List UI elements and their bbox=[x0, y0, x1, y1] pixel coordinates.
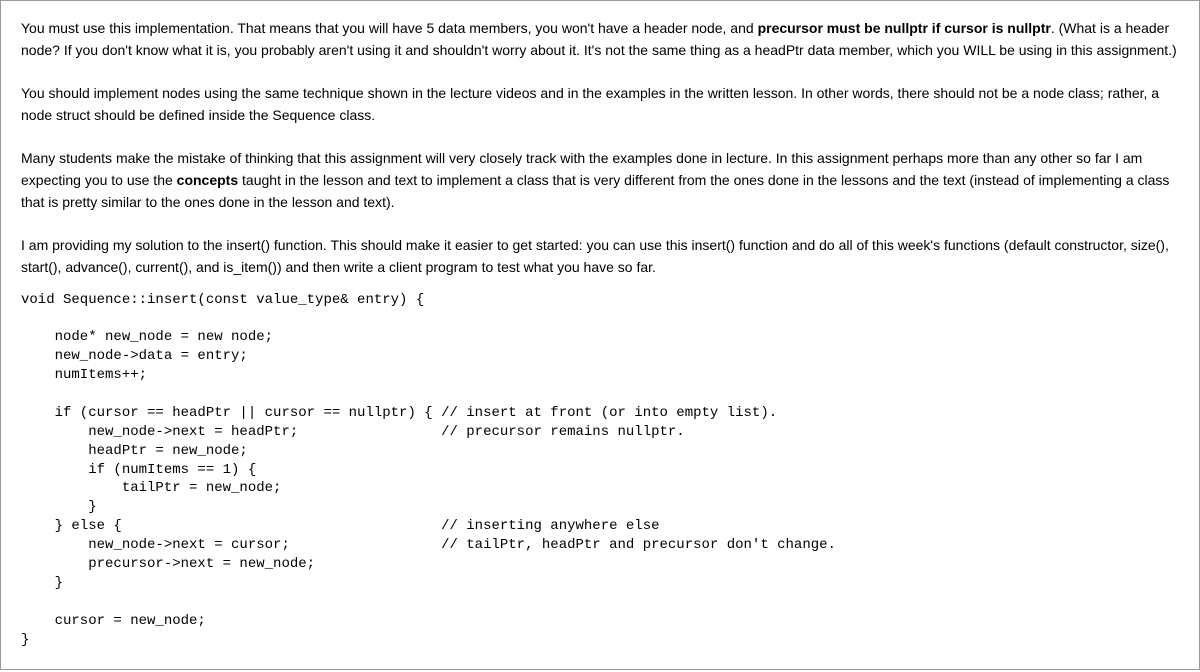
text-fragment: You must use this implementation. That m… bbox=[21, 20, 758, 36]
code-insert-function: void Sequence::insert(const value_type& … bbox=[21, 291, 1179, 650]
paragraph-insert-solution-intro: I am providing my solution to the insert… bbox=[21, 234, 1179, 279]
paragraph-implementation-requirement: You must use this implementation. That m… bbox=[21, 17, 1179, 62]
text-bold-concepts: concepts bbox=[177, 172, 238, 188]
paragraph-concepts-warning: Many students make the mistake of thinki… bbox=[21, 147, 1179, 214]
assignment-content: You must use this implementation. That m… bbox=[0, 0, 1200, 670]
text-bold-precursor-rule: precursor must be nullptr if cursor is n… bbox=[758, 20, 1051, 36]
paragraph-node-technique: You should implement nodes using the sam… bbox=[21, 82, 1179, 127]
